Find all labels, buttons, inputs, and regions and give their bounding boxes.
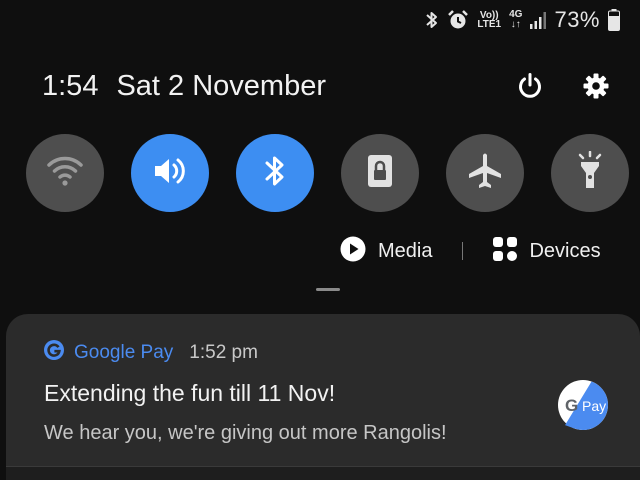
notification-title: Extending the fun till 11 Nov! — [44, 380, 336, 406]
date-text: Sat 2 November — [116, 69, 326, 102]
notification-body: We hear you, we're giving out more Rango… — [44, 422, 447, 444]
bluetooth-icon — [261, 153, 289, 194]
google-g-icon — [44, 340, 64, 365]
next-notification-edge — [6, 466, 640, 480]
devices-grid-icon — [493, 236, 518, 266]
toggle-sound[interactable] — [131, 134, 209, 212]
flashlight-icon — [573, 150, 607, 196]
toggle-bluetooth[interactable] — [236, 134, 314, 212]
bluetooth-icon — [425, 10, 439, 30]
devices-label: Devices — [529, 239, 601, 262]
media-label: Media — [378, 239, 433, 262]
notification-card[interactable]: Google Pay 1:52 pm Extending the fun til… — [6, 314, 640, 466]
google-pay-logo: G Pay — [558, 380, 608, 430]
notification-app-name: Google Pay — [74, 341, 174, 363]
speaker-icon — [150, 154, 190, 193]
lock-icon — [365, 153, 395, 194]
toggle-wifi[interactable] — [26, 134, 104, 212]
notification-header: Google Pay 1:52 pm — [44, 340, 258, 365]
volte-indicator: Vo)) LTE1 — [477, 11, 502, 30]
notification-time: 1:52 pm — [189, 341, 258, 363]
toggle-airplane-mode[interactable] — [446, 134, 524, 212]
devices-button[interactable]: Devices — [493, 236, 601, 266]
logo-g-text: G — [565, 396, 578, 415]
network-type-indicator: 4G ↓↑ — [509, 10, 522, 30]
battery-percent: 73% — [554, 7, 600, 32]
logo-pay-text: Pay — [582, 398, 606, 414]
media-button[interactable]: Media — [340, 236, 432, 267]
settings-gear-icon[interactable] — [580, 70, 612, 102]
airplane-icon — [465, 151, 505, 196]
toggle-flashlight[interactable] — [551, 134, 629, 212]
header-actions — [514, 70, 612, 102]
status-bar: Vo)) LTE1 4G ↓↑ 73% — [425, 6, 620, 34]
data-activity-text: ↓↑ — [510, 19, 521, 30]
notification-panel: Vo)) LTE1 4G ↓↑ 73% 1:54 Sat 2 November … — [0, 0, 640, 480]
signal-icon — [530, 11, 547, 29]
volte-bottom-text: LTE1 — [477, 19, 502, 30]
clock-time: 1:54 — [42, 69, 99, 102]
quick-settings-toggles — [26, 134, 629, 214]
media-devices-row: Media Devices — [340, 236, 601, 266]
drag-handle[interactable] — [316, 288, 340, 291]
power-icon[interactable] — [514, 70, 546, 102]
divider — [462, 242, 464, 260]
alarm-icon — [447, 9, 469, 31]
wifi-icon — [45, 154, 85, 193]
battery-icon — [608, 9, 620, 31]
toggle-rotation-lock[interactable] — [341, 134, 419, 212]
play-icon — [340, 236, 366, 267]
panel-header: 1:54 Sat 2 November — [42, 66, 612, 106]
